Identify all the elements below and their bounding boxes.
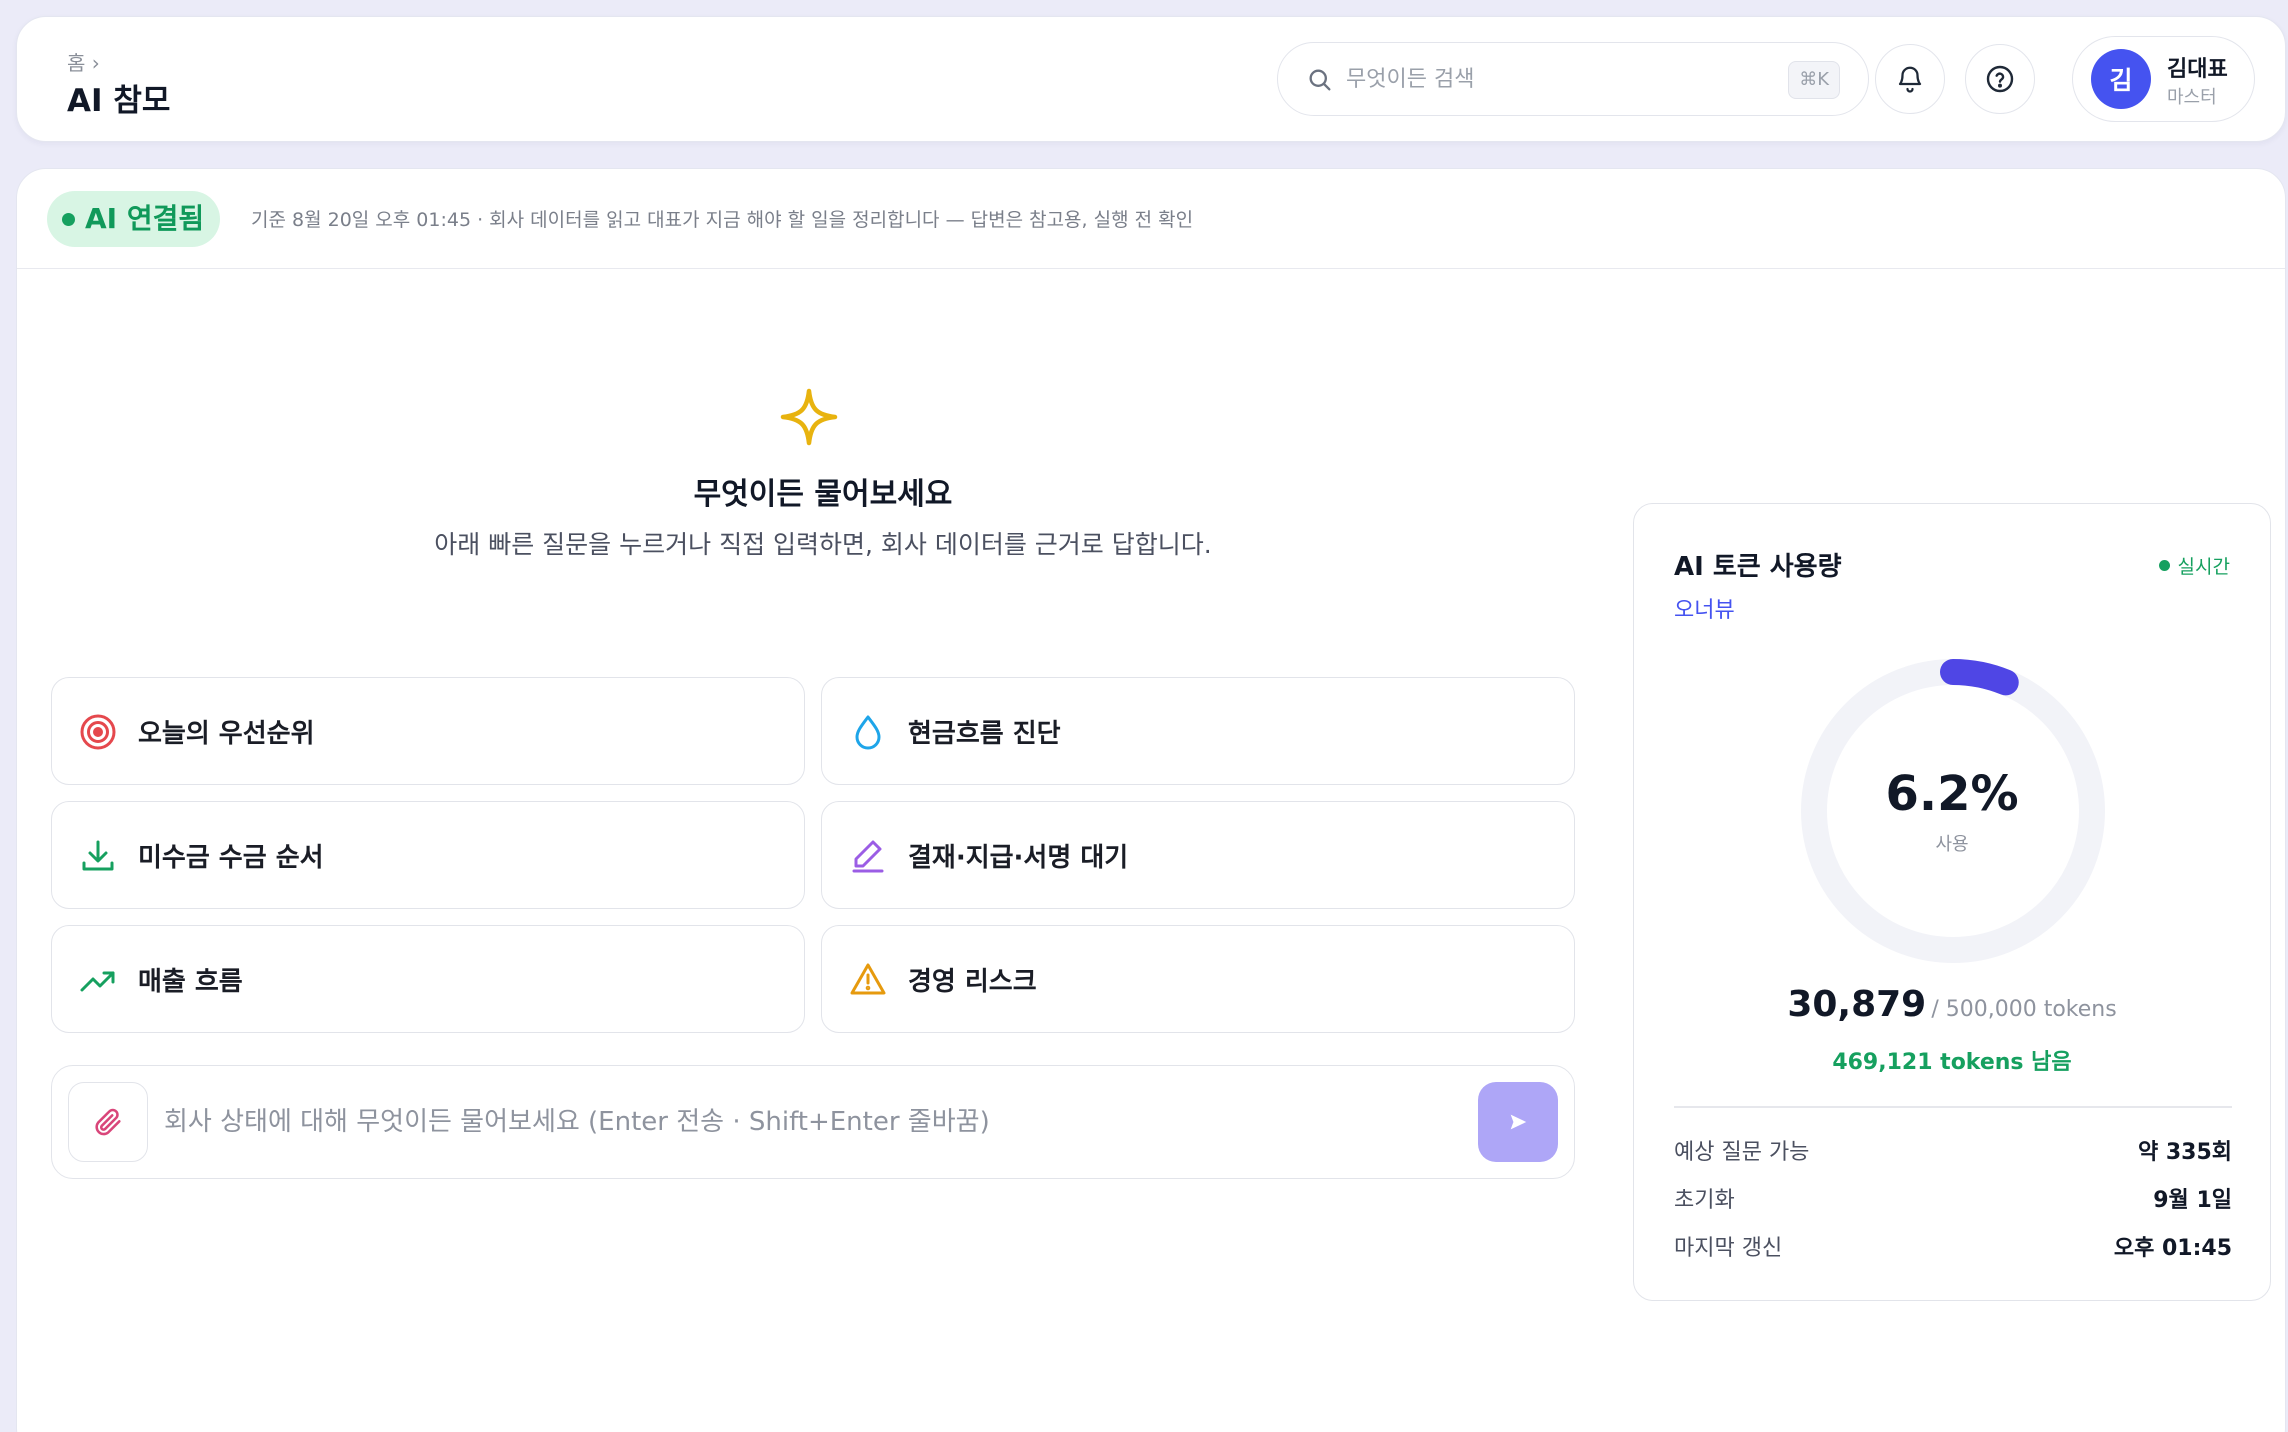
quick-question-priorities[interactable]: 오늘의 우선순위	[51, 677, 805, 785]
main-panel: AI 연결됨 기준 8월 20일 오후 01:45 · 회사 데이터를 읽고 대…	[16, 168, 2286, 1432]
user-role: 마스터	[2167, 87, 2217, 108]
hero-subtitle: 아래 빠른 질문을 누르거나 직접 입력하면, 회사 데이터를 근거로 답합니다…	[434, 530, 1212, 559]
avatar: 김	[2091, 49, 2151, 109]
ai-status-label: AI 연결됨	[85, 202, 205, 235]
bell-icon	[1898, 66, 1922, 93]
tokens-used: 30,879	[1787, 984, 1927, 1025]
warning-icon	[850, 963, 886, 995]
search-icon	[1309, 69, 1331, 91]
status-dot-icon	[62, 213, 75, 226]
download-icon	[82, 840, 114, 871]
stat-row: 초기화 9월 1일	[1674, 1182, 2232, 1213]
stat-value: 9월 1일	[2153, 1188, 2232, 1213]
token-usage-panel: AI 토큰 사용량 실시간 오너뷰 6.2% 사용 30,879 / 500,0…	[1633, 503, 2271, 1301]
notifications-button[interactable]	[1875, 44, 1945, 114]
top-header: 홈 › AI 참모 ⌘K 김 김대표 마스터	[16, 16, 2286, 142]
status-bar: AI 연결됨 기준 8월 20일 오후 01:45 · 회사 데이터를 읽고 대…	[17, 169, 2285, 269]
user-profile-button[interactable]: 김 김대표 마스터	[2072, 36, 2255, 122]
target-icon	[80, 714, 116, 750]
stat-value: 약 335회	[2137, 1140, 2232, 1165]
hero-title: 무엇이든 물어보세요	[693, 477, 953, 512]
plan-name[interactable]: 오너뷰	[1674, 592, 1735, 624]
stat-value: 오후 01:45	[2113, 1236, 2232, 1261]
quick-question-cashflow[interactable]: 현금흐름 진단	[821, 677, 1575, 785]
stat-row: 예상 질문 가능 약 335회	[1674, 1134, 2232, 1165]
shortcut-badge: ⌘K	[1788, 61, 1840, 99]
status-text: 기준 8월 20일 오후 01:45 · 회사 데이터를 읽고 대표가 지금 해…	[251, 209, 1194, 231]
quick-question-label: 결재·지급·서명 대기	[908, 843, 1129, 873]
paperclip-icon	[95, 1108, 121, 1136]
usage-percent-label: 사용	[1935, 834, 1969, 855]
search-box[interactable]: ⌘K	[1277, 42, 1869, 116]
stat-row: 마지막 갱신 오후 01:45	[1674, 1230, 2232, 1261]
quick-question-label: 매출 흐름	[138, 967, 243, 997]
tokens-total: / 500,000 tokens	[1931, 997, 2117, 1022]
quick-question-label: 미수금 수금 순서	[138, 843, 324, 873]
trending-up-icon	[80, 971, 115, 992]
droplet-icon	[855, 715, 881, 750]
user-name: 김대표	[2167, 57, 2228, 82]
live-label: 실시간	[2177, 556, 2230, 578]
send-button[interactable]	[1478, 1082, 1558, 1162]
quick-question-receivables[interactable]: 미수금 수금 순서	[51, 801, 805, 909]
ai-status-badge: AI 연결됨	[47, 191, 221, 247]
quick-question-risks[interactable]: 경영 리스크	[821, 925, 1575, 1033]
help-icon	[1986, 65, 2014, 93]
attach-button[interactable]	[68, 1082, 148, 1162]
panel-title: AI 토큰 사용량	[1674, 552, 1842, 582]
pen-icon	[852, 840, 884, 873]
live-dot-icon	[2158, 560, 2170, 571]
usage-summary: 30,879 / 500,000 tokens	[1634, 984, 2270, 1025]
search-input[interactable]	[1346, 57, 1746, 101]
chat-input[interactable]	[164, 1098, 1424, 1146]
stat-label: 예상 질문 가능	[1674, 1140, 1810, 1165]
breadcrumb[interactable]: 홈 ›	[67, 47, 100, 76]
send-icon	[1510, 1114, 1527, 1130]
usage-percent: 6.2%	[1885, 766, 2019, 822]
sparkle-icon	[780, 388, 838, 446]
quick-question-revenue[interactable]: 매출 흐름	[51, 925, 805, 1033]
stat-label: 초기화	[1674, 1188, 1735, 1213]
quick-question-label: 오늘의 우선순위	[138, 719, 315, 749]
tokens-remaining: 469,121 tokens 남음	[1832, 1050, 2072, 1075]
page-title: AI 참모	[67, 83, 171, 119]
chat-composer	[51, 1065, 1575, 1179]
help-button[interactable]	[1965, 44, 2035, 114]
quick-question-approvals[interactable]: 결재·지급·서명 대기	[821, 801, 1575, 909]
stat-label: 마지막 갱신	[1674, 1236, 1783, 1261]
live-indicator: 실시간	[2158, 552, 2230, 579]
divider	[1674, 1106, 2232, 1108]
quick-question-label: 현금흐름 진단	[908, 719, 1061, 749]
quick-question-label: 경영 리스크	[908, 967, 1037, 997]
